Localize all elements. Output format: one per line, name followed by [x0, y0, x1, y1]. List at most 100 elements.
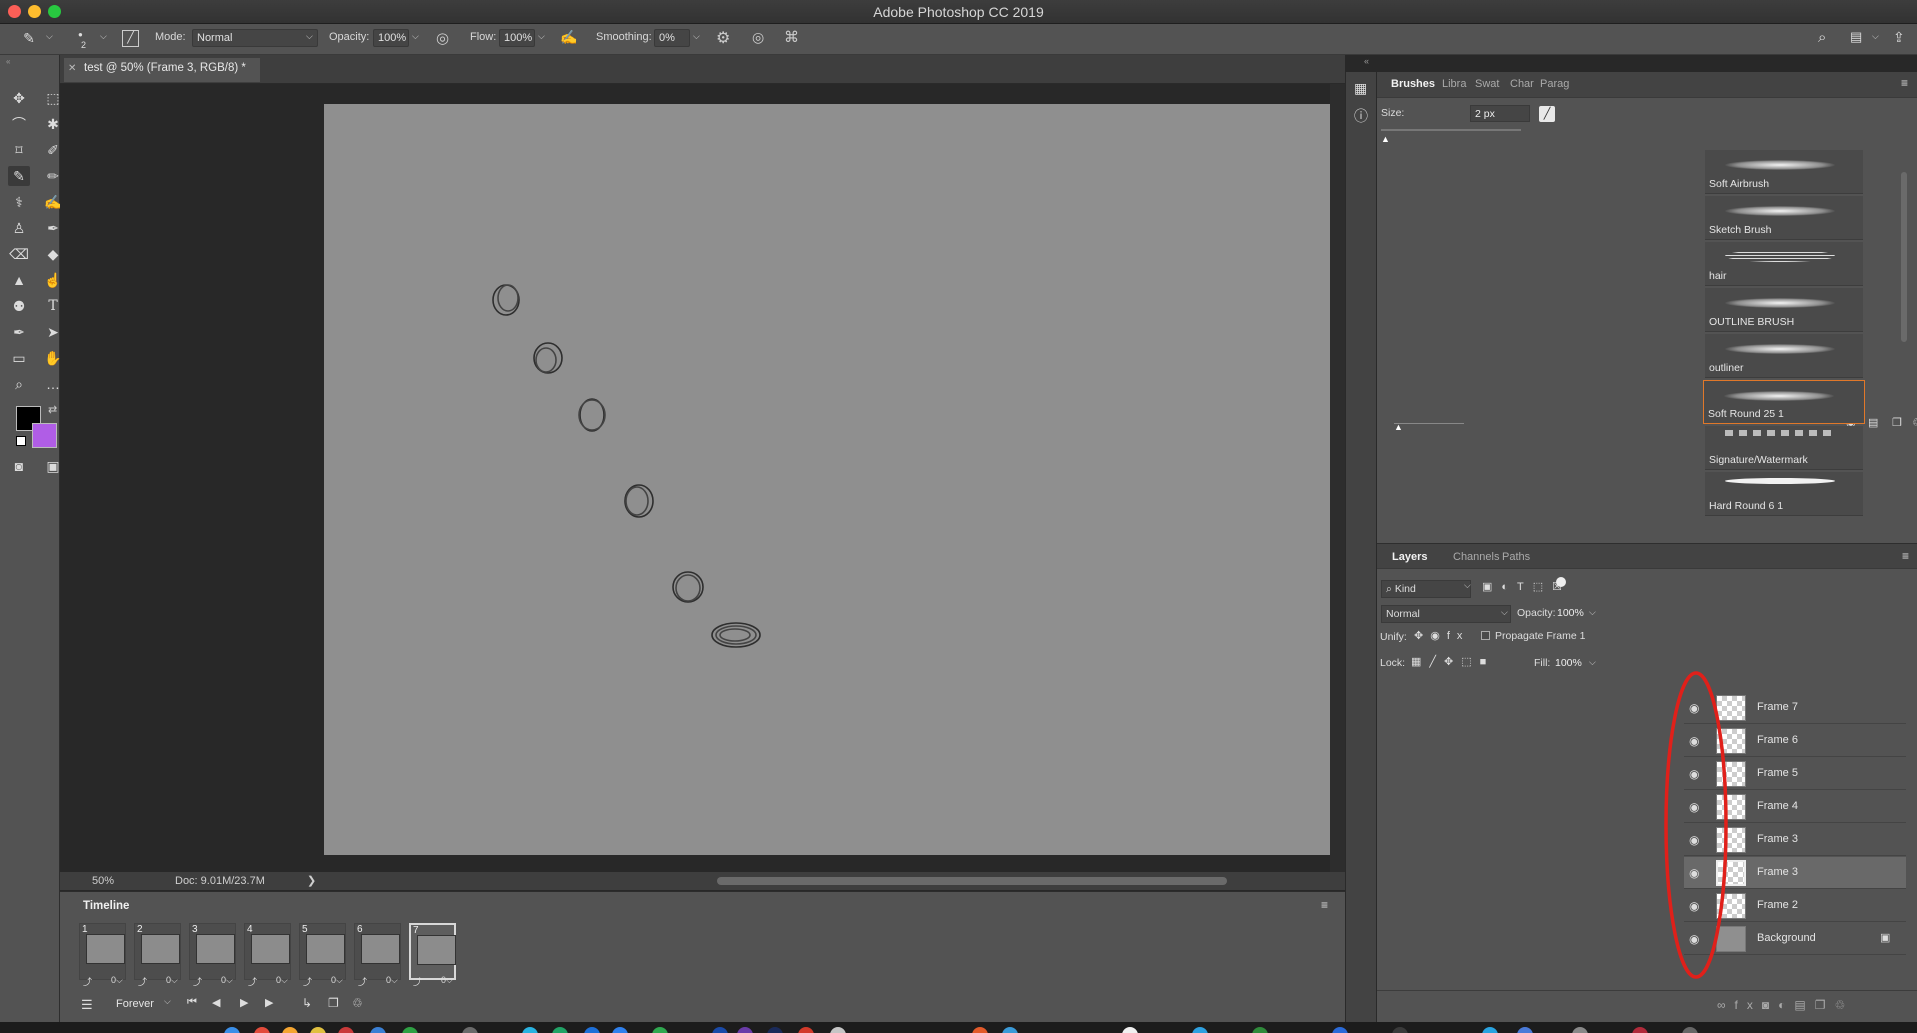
brush-tool-icon[interactable]: ✎ [18, 28, 40, 48]
brush-preset-item[interactable]: Soft Round 25 1 [1703, 380, 1865, 424]
timeline-frame[interactable]: 2 [134, 923, 181, 980]
fill-chevron-down-icon[interactable]: ⌵ [1589, 657, 1596, 668]
blur-tool-icon[interactable]: ▲ [8, 270, 30, 290]
swap-colors-icon[interactable]: ⇄ [48, 403, 57, 416]
history-panel-icon[interactable]: ▦ [1354, 80, 1367, 97]
delete-frame-icon[interactable]: ♲ [352, 996, 363, 1010]
default-colors-icon[interactable] [16, 436, 26, 446]
brush-preset-item[interactable]: Hard Round 6 1 [1705, 472, 1863, 516]
document-info[interactable]: Doc: 9.01M/23.7M [175, 875, 265, 887]
pressure-opacity-icon[interactable]: ◎ [436, 29, 449, 47]
frame-disposal-icon[interactable]: ⤴ [83, 975, 92, 988]
background-color-swatch[interactable] [32, 423, 57, 448]
search-icon[interactable]: ⌕ [1818, 29, 1826, 46]
layer-name[interactable]: Frame 7 [1757, 701, 1798, 713]
layer-name[interactable]: Frame 5 [1757, 767, 1798, 779]
layer-name[interactable]: Background [1757, 932, 1816, 944]
timeline-frame[interactable]: 1 [79, 923, 126, 980]
brush-tool-active-icon[interactable]: ✎ [8, 166, 30, 186]
loop-chevron-down-icon[interactable]: ⌵ [164, 996, 171, 1007]
opacity-chevron-down-icon[interactable]: ⌵ [412, 31, 419, 42]
close-tab-icon[interactable]: ✕ [68, 63, 76, 74]
unify-icons[interactable]: ✥◉fx [1414, 629, 1469, 642]
move-tool-icon[interactable]: ✥ [8, 88, 30, 108]
zoom-level[interactable]: 50% [92, 875, 114, 887]
vertical-scrollbar[interactable] [1330, 84, 1345, 872]
brush-preset-item[interactable]: Signature/Watermark [1705, 426, 1863, 470]
layers-footer-icons[interactable]: ∞fx◙◐▤❐♲ [1717, 998, 1854, 1012]
frame-disposal-icon[interactable]: ⤴ [358, 975, 367, 988]
smoothing-input[interactable]: 0% [654, 29, 690, 47]
frame-delay[interactable]: 0⌵ [386, 975, 398, 986]
layer-name[interactable]: Frame 4 [1757, 800, 1798, 812]
frame-disposal-icon[interactable]: ⤴ [303, 975, 312, 988]
timeline-frame[interactable]: 3 [189, 923, 236, 980]
timeline-menu-icon[interactable]: ≡ [1321, 898, 1328, 912]
frame-delay[interactable]: 0⌵ [331, 975, 343, 986]
brush-preset-picker[interactable]: ● [78, 30, 83, 39]
timeline-frame[interactable]: 5 [299, 923, 346, 980]
layer-name[interactable]: Frame 3 [1757, 866, 1798, 878]
timeline-frame[interactable]: 4 [244, 923, 291, 980]
document-tab[interactable]: test @ 50% (Frame 3, RGB/8) * [64, 58, 260, 82]
clone-stamp-tool-icon[interactable]: ♙ [8, 218, 30, 238]
flow-input[interactable]: 100% [499, 29, 535, 47]
pen-tool-icon[interactable]: ✒ [8, 322, 30, 342]
layer-opacity-input[interactable]: 100% [1555, 605, 1589, 623]
horizontal-scroll-thumb[interactable] [717, 877, 1227, 885]
timeline-frame[interactable]: 7 [409, 923, 456, 980]
brush-settings-panel-icon[interactable]: ╱ [122, 30, 139, 47]
info-panel-icon[interactable]: ⓘ [1354, 106, 1368, 126]
previous-frame-icon[interactable]: ◀ [212, 996, 220, 1009]
frame-delay[interactable]: 0⌵ [166, 975, 178, 986]
tab-paths[interactable]: Paths [1502, 551, 1530, 563]
pressure-size-icon[interactable]: ◎ [752, 29, 764, 46]
collapse-panels-icon[interactable]: « [1364, 56, 1369, 66]
collapse-toolbar-icon[interactable]: « [6, 57, 10, 66]
smoothing-settings-gear-icon[interactable]: ⚙ [716, 28, 730, 48]
dodge-tool-icon[interactable]: ⚉ [8, 296, 30, 316]
rectangle-tool-icon[interactable]: ▭ [8, 348, 30, 368]
brush-picker-chevron-down-icon[interactable]: ⌵ [100, 31, 107, 42]
quick-mask-icon[interactable]: ◙ [8, 456, 30, 476]
layer-name[interactable]: Frame 6 [1757, 734, 1798, 746]
zoom-tool-icon[interactable]: ⌕ [8, 374, 30, 394]
opacity-input[interactable]: 100% [373, 29, 409, 47]
timeline-frame[interactable]: 6 [354, 923, 401, 980]
tab-layers[interactable]: Layers [1392, 551, 1427, 563]
share-icon[interactable]: ⇪ [1893, 29, 1905, 46]
next-frame-icon[interactable]: ▶ [265, 996, 273, 1009]
layer-blend-mode-select[interactable]: Normal [1381, 605, 1511, 623]
filter-toggle-switch[interactable] [1556, 577, 1566, 587]
tab-channels[interactable]: Channels [1453, 551, 1499, 563]
convert-timeline-icon[interactable]: ☰ [81, 997, 93, 1013]
lasso-tool-icon[interactable]: ⌒ [8, 114, 30, 134]
flow-chevron-down-icon[interactable]: ⌵ [538, 31, 545, 42]
document-canvas[interactable] [324, 104, 1374, 855]
layer-name[interactable]: Frame 3 [1757, 833, 1798, 845]
frame-disposal-icon[interactable]: ⤴ [138, 975, 147, 988]
brush-preset-item[interactable]: Sketch Brush [1705, 196, 1863, 240]
first-frame-icon[interactable]: ⏮ [187, 996, 197, 1009]
brush-preset-item[interactable]: OUTLINE BRUSH [1705, 288, 1863, 332]
brush-preset-item[interactable]: hair [1705, 242, 1863, 286]
brush-preset-item[interactable]: Soft Airbrush [1705, 150, 1863, 194]
workspace-chevron-down-icon[interactable]: ⌵ [1872, 31, 1879, 42]
airbrush-icon[interactable]: ✍ [560, 29, 577, 46]
layer-opacity-chevron-down-icon[interactable]: ⌵ [1589, 607, 1596, 618]
fill-input[interactable]: 100% [1555, 657, 1582, 669]
frame-delay[interactable]: 0⌵ [111, 975, 123, 986]
healing-brush-tool-icon[interactable]: ⚕ [8, 192, 30, 212]
frame-disposal-icon[interactable]: ⤴ [248, 975, 257, 988]
frame-disposal-icon[interactable]: ⤴ [193, 975, 202, 988]
frame-delay[interactable]: 0⌵ [221, 975, 233, 986]
tool-preset-chevron-down-icon[interactable]: ⌵ [46, 31, 53, 42]
duplicate-frame-icon[interactable]: ❐ [328, 996, 339, 1010]
propagate-checkbox[interactable] [1481, 631, 1490, 640]
eraser-tool-icon[interactable]: ⌫ [8, 244, 30, 264]
lock-icons[interactable]: ▦╱✥⬚■ [1411, 655, 1494, 668]
tween-icon[interactable]: ↳ [302, 996, 312, 1010]
crop-tool-icon[interactable]: ⌑ [8, 140, 30, 160]
dock-app-icons[interactable] [0, 1024, 1917, 1033]
layer-name[interactable]: Frame 2 [1757, 899, 1798, 911]
